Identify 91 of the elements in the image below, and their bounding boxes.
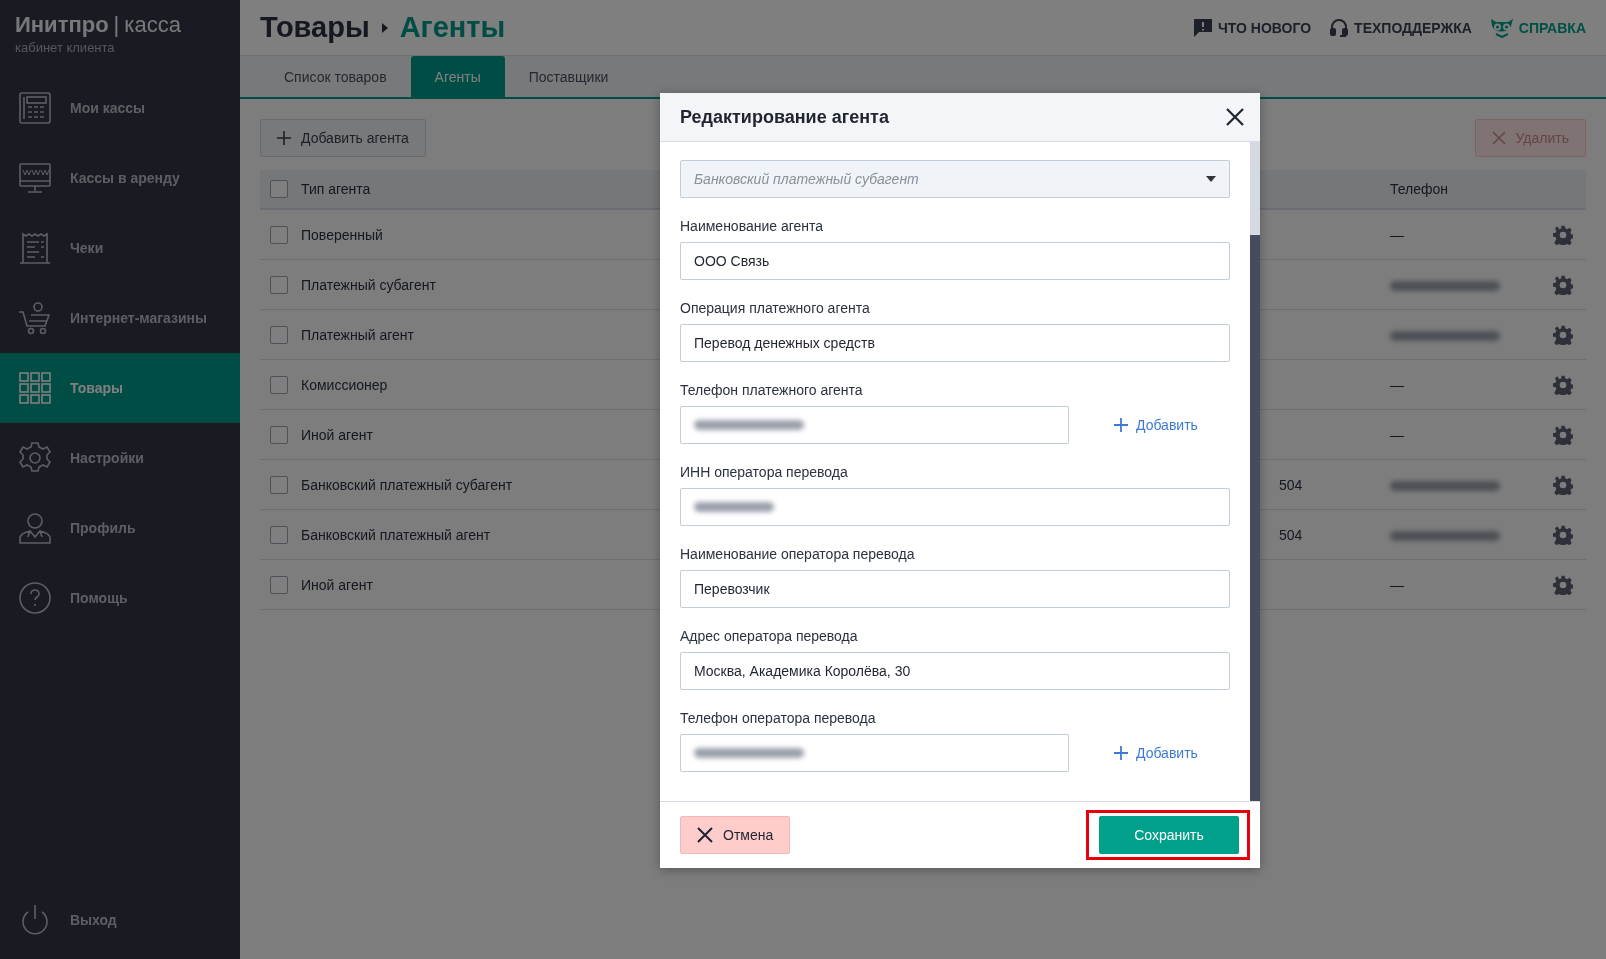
monitor-icon (17, 160, 53, 196)
input-field[interactable]: Перевозчик (680, 570, 1230, 608)
field-label: Наименование оператора перевода (680, 546, 916, 564)
dropdown-field[interactable]: Банковский платежный субагент (680, 160, 1230, 198)
add-agent-button[interactable]: Добавить агента (260, 119, 426, 157)
table-cell: — (1390, 576, 1404, 593)
table-cell: — (1390, 376, 1404, 393)
chevron-right-icon (381, 22, 388, 33)
column-header: Тип агента (301, 181, 372, 197)
nav-item[interactable]: Настройки (0, 423, 240, 493)
cart-icon (17, 300, 53, 336)
plus-icon (1114, 418, 1128, 432)
nav-item[interactable]: Профиль (0, 493, 240, 563)
table-cell-text: Платежный агент (301, 326, 415, 343)
checkbox[interactable] (270, 525, 288, 544)
table-cell-text: Банковский платежный агент (301, 526, 492, 543)
settings-icon[interactable] (1553, 574, 1573, 595)
settings-icon[interactable] (1553, 374, 1573, 395)
settings-icon[interactable] (1553, 274, 1573, 295)
tab[interactable]: Поставщики (504, 56, 633, 97)
table-cell: — (1390, 226, 1404, 243)
close-icon (1491, 131, 1506, 145)
person-icon (17, 510, 53, 546)
table-cell: 504 (1279, 476, 1303, 493)
nav-item[interactable]: Кассы в аренду (0, 143, 240, 213)
logo-separator: | (113, 12, 120, 38)
checkbox[interactable] (270, 475, 288, 494)
input-field[interactable]: ООО Связь (680, 242, 1230, 280)
input-field[interactable] (680, 734, 1069, 772)
table-cell-text: Платежный субагент (301, 276, 437, 293)
register-icon (17, 90, 53, 126)
logo-text: касса (124, 12, 181, 38)
checkbox[interactable] (270, 225, 288, 244)
checkbox[interactable] (270, 575, 288, 594)
nav-item[interactable]: Помощь (0, 563, 240, 633)
nav-item[interactable]: Чеки (0, 213, 240, 283)
grid-icon (17, 370, 53, 406)
logout-button[interactable]: Выход (0, 885, 240, 955)
plus-icon (1114, 746, 1128, 760)
checkbox[interactable] (270, 325, 288, 344)
settings-icon[interactable] (1553, 474, 1573, 495)
save-button[interactable]: Сохранить (1099, 816, 1239, 854)
header-link[interactable]: ЧТО НОВОГО (1192, 17, 1312, 38)
scrollbar[interactable] (1250, 142, 1260, 801)
field-label: Наименование агента (680, 218, 825, 236)
logo-subtitle: кабинет клиента (15, 40, 116, 55)
help-icon (17, 580, 53, 616)
header-link[interactable]: ТЕХПОДДЕРЖКА (1329, 17, 1472, 38)
caret-icon (1206, 176, 1216, 182)
input-field[interactable] (680, 488, 1230, 526)
logo-text: Инитпро (15, 12, 109, 38)
dialog-title: Редактирование агента (680, 106, 889, 128)
plus-icon (277, 131, 291, 145)
field-label: Адрес оператора перевода (680, 628, 859, 646)
receipt-icon (17, 230, 53, 266)
add-link[interactable]: Добавить (1114, 417, 1198, 433)
nav-item[interactable]: Интернет-магазины (0, 283, 240, 353)
field-label: Телефон оператора перевода (680, 710, 877, 728)
settings-icon[interactable] (1553, 424, 1573, 445)
breadcrumb-item: Агенты (399, 11, 506, 44)
add-link[interactable]: Добавить (1114, 745, 1198, 761)
close-icon (697, 827, 713, 843)
checkbox[interactable] (270, 375, 288, 394)
column-header: Телефон (1390, 181, 1450, 197)
field-label: Операция платежного агента (680, 300, 871, 318)
input-field[interactable]: Перевод денежных средств (680, 324, 1230, 362)
cancel-button[interactable]: Отмена (680, 816, 791, 854)
tab[interactable]: Список товаров (260, 56, 411, 97)
checkbox[interactable] (270, 275, 288, 294)
tab[interactable]: Агенты (410, 56, 505, 97)
owl-icon (1489, 17, 1514, 38)
header-link[interactable]: СПРАВКА (1489, 17, 1586, 38)
checkbox[interactable] (270, 425, 288, 444)
input-field[interactable]: Москва, Академика Королёва, 30 (680, 652, 1230, 690)
table-cell-text: Банковский платежный субагент (301, 476, 514, 493)
nav-item[interactable]: Мои кассы (0, 73, 240, 143)
breadcrumb-item[interactable]: Товары (260, 11, 370, 44)
field-label: ИНН оператора перевода (680, 464, 849, 482)
nav-item[interactable]: Товары (0, 353, 240, 423)
input-field[interactable] (680, 406, 1069, 444)
settings-icon[interactable] (1553, 524, 1573, 545)
headset-icon (1329, 17, 1350, 38)
close-icon[interactable] (1226, 108, 1244, 126)
field-label: Телефон платежного агента (680, 382, 864, 400)
checkbox[interactable] (270, 180, 288, 198)
table-cell: 504 (1279, 526, 1303, 543)
chat-icon (1192, 17, 1213, 38)
settings-icon[interactable] (1553, 324, 1573, 345)
settings-icon[interactable] (1553, 224, 1573, 245)
table-cell: — (1390, 426, 1404, 443)
table-cell-text: Иной агент (301, 426, 374, 443)
